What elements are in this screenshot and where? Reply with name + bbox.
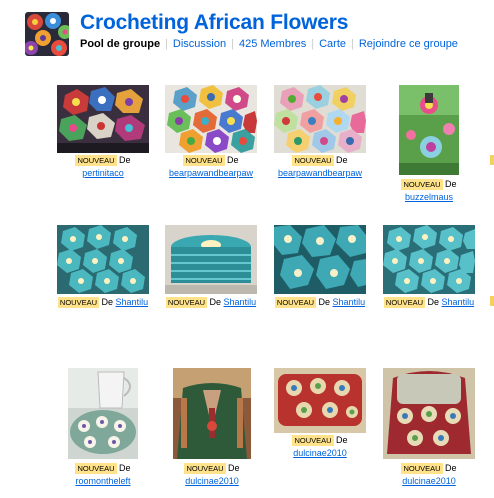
photo-caption: NOUVEAU De Shantilu: [378, 296, 480, 309]
by-label: De: [336, 155, 348, 165]
partial-thumbnail-edge: [490, 296, 494, 306]
photo-owner-link[interactable]: Shantilu: [333, 297, 366, 307]
photo-caption: NOUVEAU De Shantilu: [269, 296, 371, 309]
tab-members[interactable]: 425 Membres: [239, 38, 306, 50]
by-label: De: [101, 297, 114, 307]
photo-thumbnail[interactable]: [57, 85, 149, 153]
photo-thumbnail[interactable]: [399, 85, 459, 175]
photo-caption: NOUVEAU De dulcinae2010: [270, 434, 370, 459]
new-badge: NOUVEAU: [401, 463, 443, 474]
photo-caption: NOUVEAU De roomontheleft: [53, 462, 153, 487]
photo-caption: NOUVEAU De bearpawandbearpaw: [160, 154, 262, 179]
new-badge: NOUVEAU: [165, 297, 207, 308]
by-label: De: [227, 155, 239, 165]
new-badge: NOUVEAU: [383, 297, 425, 308]
photo-thumbnail[interactable]: [383, 225, 475, 294]
photo-thumbnail[interactable]: [274, 85, 366, 153]
new-badge: NOUVEAU: [57, 297, 99, 308]
photo-thumbnail[interactable]: [165, 225, 257, 294]
photo-caption: NOUVEAU De dulcinae2010: [162, 462, 262, 487]
tab-discussion[interactable]: Discussion: [173, 38, 226, 50]
by-label: De: [209, 297, 222, 307]
photo-owner-link[interactable]: dulcinae2010: [185, 476, 239, 486]
tab-map[interactable]: Carte: [319, 38, 346, 50]
photo-caption: NOUVEAU De bearpawandbearpaw: [269, 154, 371, 179]
photo-owner-link[interactable]: bearpawandbearpaw: [278, 168, 362, 178]
photo-caption: NOUVEAU De Shantilu: [160, 296, 262, 309]
by-label: De: [427, 297, 440, 307]
new-badge: NOUVEAU: [292, 155, 334, 166]
by-label: De: [228, 463, 240, 473]
photo-thumbnail[interactable]: [68, 368, 138, 459]
photo-owner-link[interactable]: roomontheleft: [75, 476, 130, 486]
new-badge: NOUVEAU: [274, 297, 316, 308]
photo-owner-link[interactable]: dulcinae2010: [293, 448, 347, 458]
new-badge: NOUVEAU: [401, 179, 443, 190]
by-label: De: [318, 297, 331, 307]
photo-caption: NOUVEAU De dulcinae2010: [379, 462, 479, 487]
by-label: De: [336, 435, 348, 445]
new-badge: NOUVEAU: [292, 435, 334, 446]
join-group-link[interactable]: Rejoindre ce groupe: [359, 38, 458, 50]
photo-owner-link[interactable]: dulcinae2010: [402, 476, 456, 486]
photo-thumbnail[interactable]: [57, 225, 149, 294]
new-badge: NOUVEAU: [75, 463, 117, 474]
photo-owner-link[interactable]: pertinitaco: [82, 168, 124, 178]
by-label: De: [119, 463, 131, 473]
group-header: Crocheting African Flowers Pool de group…: [25, 11, 485, 56]
partial-thumbnail-edge: [490, 155, 494, 165]
new-badge: NOUVEAU: [184, 463, 226, 474]
by-label: De: [119, 155, 131, 165]
by-label: De: [445, 179, 457, 189]
group-title[interactable]: Crocheting African Flowers: [80, 11, 348, 35]
new-badge: NOUVEAU: [75, 155, 117, 166]
group-nav: Pool de groupe | Discussion | 425 Membres | Ca…: [80, 38, 458, 50]
photo-thumbnail[interactable]: [165, 85, 257, 153]
photo-owner-link[interactable]: Shantilu: [116, 297, 149, 307]
new-badge: NOUVEAU: [183, 155, 225, 166]
photo-thumbnail[interactable]: [383, 368, 475, 459]
photo-owner-link[interactable]: Shantilu: [224, 297, 257, 307]
group-avatar[interactable]: [25, 12, 69, 56]
photo-thumbnail[interactable]: [274, 225, 366, 294]
photo-caption: NOUVEAU De buzzelmaus: [394, 178, 464, 203]
photo-caption: NOUVEAU De pertinitaco: [57, 154, 149, 179]
by-label: De: [445, 463, 457, 473]
photo-thumbnail[interactable]: [173, 368, 251, 459]
tab-pool[interactable]: Pool de groupe: [80, 38, 160, 50]
photo-owner-link[interactable]: bearpawandbearpaw: [169, 168, 253, 178]
photo-owner-link[interactable]: buzzelmaus: [405, 192, 453, 202]
photo-thumbnail[interactable]: [274, 368, 366, 433]
photo-caption: NOUVEAU De Shantilu: [52, 296, 154, 309]
photo-owner-link[interactable]: Shantilu: [442, 297, 475, 307]
